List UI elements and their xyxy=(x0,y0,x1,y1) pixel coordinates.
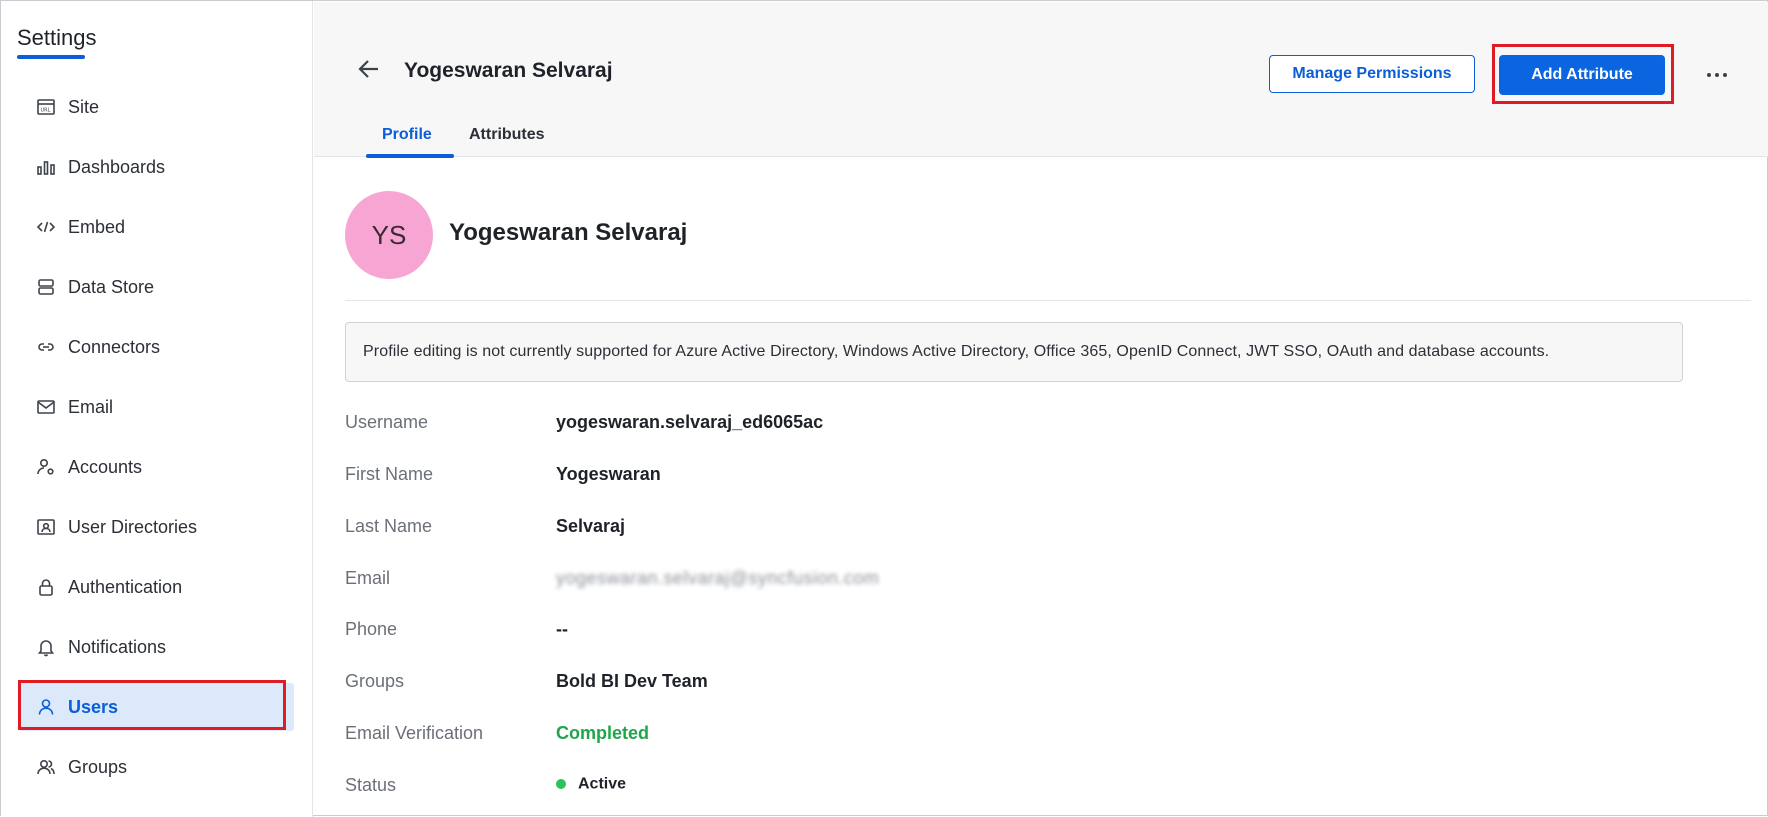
user-gear-icon xyxy=(36,457,56,477)
field-label: Last Name xyxy=(345,516,433,536)
sidebar-item-groups[interactable]: Groups xyxy=(19,743,294,791)
status-badge: Active xyxy=(556,773,626,794)
field-phone: Phone -- xyxy=(345,619,1645,649)
field-username: Username yogeswaran.selvaraj_ed6065ac xyxy=(345,412,1645,442)
more-options-icon[interactable] xyxy=(1702,60,1732,90)
sidebar-item-dashboards[interactable]: Dashboards xyxy=(19,143,294,191)
sidebar-item-label: Email xyxy=(68,396,114,417)
bell-icon xyxy=(36,637,56,657)
field-value: yogeswaran.selvaraj@syncfusion.com xyxy=(556,568,880,588)
field-value: Completed xyxy=(556,723,650,743)
field-label: Email xyxy=(345,568,391,588)
field-label: Email Verification xyxy=(345,723,484,743)
page-title: Yogeswaran Selvaraj xyxy=(404,59,613,82)
field-groups: Groups Bold BI Dev Team xyxy=(345,671,1645,701)
sidebar-item-label: Site xyxy=(68,96,100,117)
tab-profile[interactable]: Profile xyxy=(382,126,432,144)
field-label: Phone xyxy=(345,619,398,639)
group-icon xyxy=(36,757,56,777)
section-divider xyxy=(345,300,1751,301)
sidebar-item-label: Authentication xyxy=(68,576,183,597)
bar-chart-icon xyxy=(36,157,56,177)
field-label: Groups xyxy=(345,671,405,691)
sidebar-item-label: Accounts xyxy=(68,456,143,477)
app-window: Settings URL Site Dashboards Embed Data … xyxy=(0,0,1768,817)
tab-attributes[interactable]: Attributes xyxy=(469,126,545,144)
id-card-icon xyxy=(36,517,56,537)
field-status: Status Active xyxy=(345,775,1645,805)
field-label: Status xyxy=(345,775,397,795)
sidebar-item-connectors[interactable]: Connectors xyxy=(19,323,294,371)
manage-permissions-button[interactable]: Manage Permissions xyxy=(1269,55,1475,93)
field-value: -- xyxy=(556,619,568,639)
sidebar-item-accounts[interactable]: Accounts xyxy=(19,443,294,491)
field-last-name: Last Name Selvaraj xyxy=(345,516,1645,546)
sidebar-item-label: Connectors xyxy=(68,336,161,357)
lock-icon xyxy=(36,577,56,597)
sidebar-item-notifications[interactable]: Notifications xyxy=(19,623,294,671)
url-icon: URL xyxy=(36,97,56,117)
mail-icon xyxy=(36,397,56,417)
database-icon xyxy=(36,277,56,297)
settings-sidebar: Settings URL Site Dashboards Embed Data … xyxy=(1,1,313,817)
field-email-verification: Email Verification Completed xyxy=(345,723,1645,753)
field-label: First Name xyxy=(345,464,434,484)
code-icon xyxy=(36,217,56,237)
add-attribute-highlight-box xyxy=(1492,44,1674,104)
avatar: YS xyxy=(345,191,433,279)
profile-name: Yogeswaran Selvaraj xyxy=(449,219,688,246)
sidebar-item-user-directories[interactable]: User Directories xyxy=(19,503,294,551)
status-text: Active xyxy=(578,775,627,793)
field-label: Username xyxy=(345,412,429,432)
svg-text:URL: URL xyxy=(41,108,51,114)
sidebar-item-authentication[interactable]: Authentication xyxy=(19,563,294,611)
field-value: Bold BI Dev Team xyxy=(556,671,708,691)
field-value: Yogeswaran xyxy=(556,464,661,484)
sidebar-item-data-store[interactable]: Data Store xyxy=(19,263,294,311)
back-arrow-icon[interactable] xyxy=(354,54,384,84)
sidebar-item-embed[interactable]: Embed xyxy=(19,203,294,251)
sidebar-item-label: Data Store xyxy=(68,276,155,297)
active-tab-indicator xyxy=(366,154,454,158)
sidebar-title: Settings xyxy=(17,25,97,50)
sidebar-title-underline xyxy=(17,55,85,59)
sidebar-item-label: Notifications xyxy=(68,636,167,657)
field-first-name: First Name Yogeswaran xyxy=(345,464,1645,494)
field-value: Selvaraj xyxy=(556,516,626,536)
sidebar-item-label: Dashboards xyxy=(68,156,166,177)
users-highlight-box xyxy=(18,680,286,730)
sidebar-item-label: Embed xyxy=(68,216,126,237)
field-email: Email yogeswaran.selvaraj@syncfusion.com xyxy=(345,568,1645,598)
field-value: yogeswaran.selvaraj_ed6065ac xyxy=(556,412,824,432)
status-dot-icon xyxy=(556,779,566,790)
sidebar-item-site[interactable]: URL Site xyxy=(19,83,294,131)
profile-edit-notice: Profile editing is not currently support… xyxy=(345,322,1683,382)
sidebar-item-label: Groups xyxy=(68,756,128,777)
sidebar-item-email[interactable]: Email xyxy=(19,383,294,431)
link-icon xyxy=(36,337,56,357)
page-header: Yogeswaran Selvaraj Manage Permissions A… xyxy=(314,2,1768,158)
sidebar-item-label: User Directories xyxy=(68,516,198,537)
